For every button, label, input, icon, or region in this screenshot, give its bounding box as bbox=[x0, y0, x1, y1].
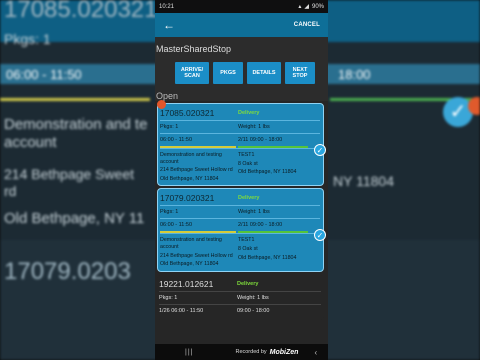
bg-city: Old Bethpage, NY 11 bbox=[4, 210, 145, 227]
date-window: 2/11 09:00 - 18:00 bbox=[238, 137, 283, 143]
stop-name: MasterSharedStop bbox=[155, 37, 328, 61]
next-stop-button[interactable]: NEXT STOP bbox=[285, 62, 315, 84]
bg-red-badge-icon bbox=[468, 97, 480, 115]
date-window: 2/11 09:00 - 18:00 bbox=[238, 222, 283, 229]
pkgs-count: Pkgs: 1 bbox=[159, 294, 178, 301]
weight: Weight: 1 lbs bbox=[237, 294, 269, 301]
company-name: Demonstration and testing account bbox=[160, 152, 222, 165]
arrow-left-icon[interactable]: ← bbox=[163, 18, 175, 32]
time-window: 06:00 - 11:50 bbox=[160, 137, 193, 143]
check-circle-icon[interactable]: ✓ bbox=[314, 229, 326, 242]
street-address: 214 Bethpage Sweet Hollow rd bbox=[160, 252, 233, 259]
bg-street: 214 Bethpage Sweet bbox=[4, 166, 134, 182]
order-type: Delivery bbox=[238, 195, 260, 202]
recent-apps-icon[interactable]: ||| bbox=[185, 349, 193, 356]
arrive-scan-button[interactable]: ARRIVE/ SCAN bbox=[175, 62, 209, 84]
stop-card[interactable]: 19221.012621 Delivery Pkgs: 1 Weight: 1 … bbox=[157, 274, 324, 320]
time-window: 06:00 - 11:50 bbox=[160, 222, 193, 229]
recorder-logo: MobiZen bbox=[269, 348, 299, 356]
screen: 17085.020321 Pkgs: 1 06:00 - 11:50 18:00… bbox=[0, 0, 480, 360]
bg-pkgs: Pkgs: 1 bbox=[4, 31, 51, 47]
status-bar: 10:21 ▴ ◢ 90% bbox=[155, 0, 328, 13]
check-circle-icon[interactable]: ✓ bbox=[314, 144, 326, 156]
order-type: Delivery bbox=[237, 280, 259, 287]
order-type: Delivery bbox=[238, 110, 260, 116]
nav-back-icon[interactable]: ‹ bbox=[314, 348, 317, 357]
order-id: 17085.020321 bbox=[160, 108, 215, 118]
pkgs-count: Pkgs: 1 bbox=[160, 209, 179, 216]
bg-order-id-2: 17079.0203 bbox=[4, 258, 131, 285]
city: Old Bethpage, NY 11804 bbox=[160, 261, 219, 268]
time-window: 1/26 06:00 - 11:50 bbox=[159, 307, 204, 314]
cancel-button[interactable]: CANCEL bbox=[294, 22, 320, 28]
stop-card[interactable]: 17085.020321 Delivery Pkgs: 1 Weight: 1 … bbox=[157, 103, 326, 187]
section-open-label: Open bbox=[155, 85, 328, 101]
red-badge-icon bbox=[157, 100, 166, 109]
contact-name: TEST1 bbox=[238, 237, 255, 244]
bg-order-id: 17085.020321 bbox=[4, 0, 158, 23]
status-bar-indicator bbox=[160, 231, 320, 234]
company-name: Demonstration and testing account bbox=[160, 237, 222, 250]
bg-time-right: 18:00 bbox=[338, 67, 371, 82]
bg-street2: rd bbox=[4, 183, 17, 199]
status-time: 10:21 bbox=[159, 3, 175, 10]
bg-company: Demonstration and te bbox=[4, 116, 148, 133]
phone-screen: 10:21 ▴ ◢ 90% ← CANCEL MasterSharedStop … bbox=[155, 0, 328, 360]
pkgs-button[interactable]: PKGS bbox=[213, 62, 243, 84]
weight: Weight: 1 lbs bbox=[238, 209, 270, 216]
contact-name: TEST1 bbox=[238, 152, 255, 158]
signal-icon: ◢ bbox=[304, 4, 309, 10]
bg-city-right: NY 11804 bbox=[333, 173, 394, 189]
stop-card[interactable]: 17079.020321 Delivery Pkgs: 1 Weight: 1 … bbox=[157, 188, 326, 272]
weight: Weight: 1 lbs bbox=[238, 124, 270, 130]
order-id: 19221.012621 bbox=[159, 278, 214, 289]
app-bar: ← CANCEL bbox=[155, 13, 328, 37]
date-window: 09:00 - 18:00 bbox=[237, 307, 270, 314]
android-nav-bar: ||| Recorded by MobiZen ‹ bbox=[155, 344, 328, 360]
order-id: 17079.020321 bbox=[160, 193, 215, 204]
contact-street: 8 Oak st bbox=[238, 160, 258, 167]
contact-city: Old Bethpage, NY 11804 bbox=[238, 254, 297, 261]
wifi-icon: ▴ bbox=[298, 4, 302, 10]
battery-level: 90% bbox=[311, 3, 324, 10]
street-address: 214 Bethpage Sweet Hollow rd bbox=[160, 167, 233, 174]
details-button[interactable]: DETAILS bbox=[247, 62, 281, 84]
status-bar-indicator bbox=[160, 146, 320, 148]
pkgs-count: Pkgs: 1 bbox=[160, 124, 179, 130]
recorded-by-label: Recorded by bbox=[235, 349, 267, 355]
action-buttons: ARRIVE/ SCAN PKGS DETAILS NEXT STOP bbox=[155, 61, 328, 85]
bg-time: 06:00 - 11:50 bbox=[6, 67, 82, 82]
contact-city: Old Bethpage, NY 11804 bbox=[238, 169, 297, 176]
contact-street: 8 Oak st bbox=[238, 245, 258, 252]
bg-account: account bbox=[4, 134, 57, 151]
city: Old Bethpage, NY 11804 bbox=[160, 175, 219, 182]
